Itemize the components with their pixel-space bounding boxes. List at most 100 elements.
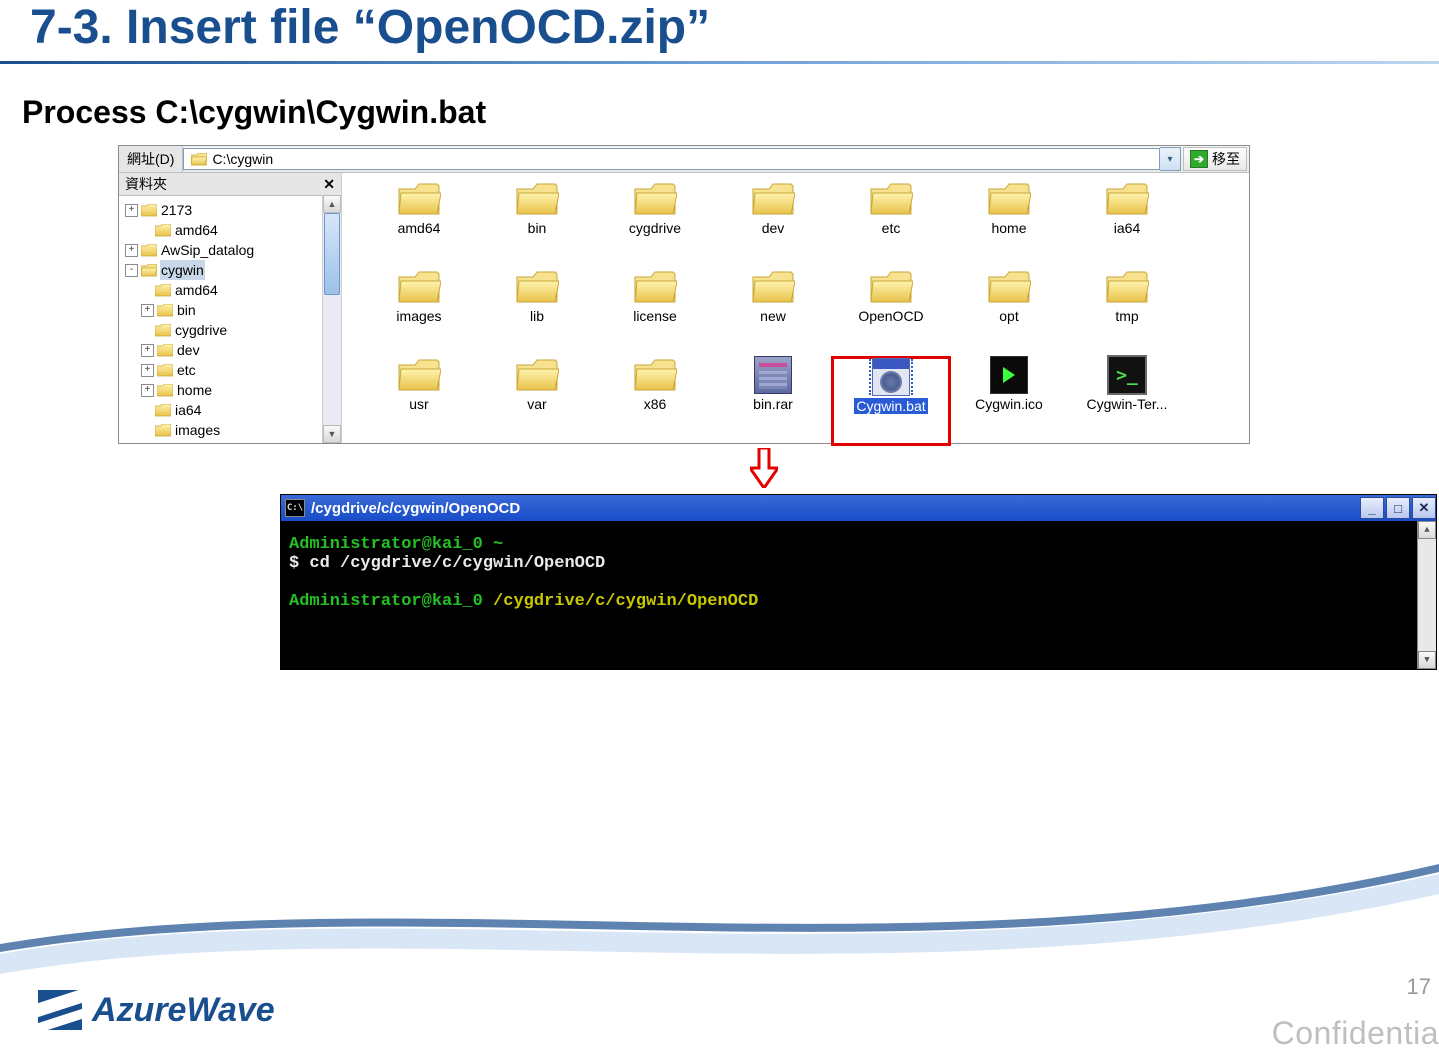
file-item[interactable]: var (478, 357, 596, 445)
close-icon[interactable]: ✕ (323, 176, 335, 193)
file-item-label: x86 (644, 396, 667, 412)
minimize-button[interactable]: _ (1360, 497, 1384, 519)
file-item[interactable]: dev (714, 181, 832, 269)
file-item[interactable]: home (950, 181, 1068, 269)
address-bar: 網址(D) C:\cygwin ▾ ➔ 移至 (119, 146, 1249, 173)
address-input[interactable]: C:\cygwin (183, 148, 1160, 170)
terminal-body[interactable]: Administrator@kai_0 ~$ cd /cygdrive/c/cy… (281, 521, 1436, 669)
tree-item-label: 2173 (160, 200, 193, 220)
folder-icon (157, 384, 173, 397)
file-item-label: ia64 (1114, 220, 1140, 236)
file-item-label: bin.rar (753, 396, 793, 412)
maximize-button[interactable]: □ (1386, 497, 1410, 519)
expand-icon[interactable]: + (141, 304, 154, 317)
file-item[interactable]: x86 (596, 357, 714, 445)
tree-item[interactable]: +2173 (125, 200, 341, 220)
tree-header: 資料夾 ✕ (119, 173, 341, 196)
file-item[interactable]: usr (360, 357, 478, 445)
file-item-label: images (396, 308, 441, 324)
scroll-down-icon[interactable]: ▼ (323, 425, 341, 443)
tree-item[interactable]: ia64 (125, 400, 341, 420)
tree-item[interactable]: amd64 (125, 280, 341, 300)
expand-icon[interactable]: + (141, 364, 154, 377)
file-icon-view[interactable]: amd64bincygdrivedevetchome ia64 images libl… (342, 173, 1249, 443)
folder-icon (190, 152, 208, 166)
file-item[interactable]: bin.rar (714, 357, 832, 445)
expand-icon[interactable]: + (125, 244, 138, 257)
folder-icon (155, 224, 171, 237)
file-item[interactable]: amd64 (360, 181, 478, 269)
tree-item[interactable]: amd64 (125, 220, 341, 240)
go-label: 移至 (1212, 149, 1240, 169)
file-item[interactable]: license (596, 269, 714, 357)
tree-item[interactable]: +AwSip_datalog (125, 240, 341, 260)
file-item[interactable]: >_Cygwin-Ter... (1068, 357, 1186, 445)
scroll-up-icon[interactable]: ▲ (323, 195, 341, 213)
tree-item-label: ia64 (174, 400, 202, 420)
icon-file-icon (987, 357, 1031, 393)
brand-logo: AzureWave (38, 990, 275, 1030)
expand-icon[interactable]: + (141, 344, 154, 357)
file-item-label: Cygwin.bat (854, 398, 927, 414)
file-item[interactable]: images (360, 269, 478, 357)
go-button[interactable]: ➔ 移至 (1183, 147, 1247, 171)
file-item[interactable]: Cygwin.ico (950, 357, 1068, 445)
close-button[interactable]: ✕ (1412, 497, 1436, 519)
tree-header-label: 資料夾 (125, 174, 167, 194)
terminal-shortcut-icon: >_ (1105, 357, 1149, 393)
brand-logo-text: AzureWave (92, 991, 275, 1030)
folder-icon (397, 181, 441, 217)
file-item-label: new (760, 308, 786, 324)
folder-icon (515, 357, 559, 393)
folder-icon (869, 181, 913, 217)
explorer-window: 網址(D) C:\cygwin ▾ ➔ 移至 資料夾 ✕ +2173amd64+… (118, 145, 1250, 444)
folder-tree-pane: 資料夾 ✕ +2173amd64+AwSip_datalog-cygwinamd… (119, 173, 342, 443)
file-item[interactable]: OpenOCD (832, 269, 950, 357)
file-item[interactable]: lib (478, 269, 596, 357)
tree-item[interactable]: +dev (125, 340, 341, 360)
tree-scrollbar[interactable]: ▲ ▼ (322, 195, 341, 443)
tree-item-label: amd64 (174, 220, 219, 240)
tree-item[interactable]: + home (125, 380, 341, 400)
terminal-scrollbar[interactable]: ▲ ▼ (1417, 521, 1436, 669)
expand-icon[interactable]: + (141, 384, 154, 397)
tree-spacer (141, 325, 152, 336)
folder-icon (155, 324, 171, 337)
expand-icon[interactable]: + (125, 204, 138, 217)
folder-icon (633, 181, 677, 217)
tree-item[interactable]: -cygwin (125, 260, 341, 280)
tree-item-label: home (176, 380, 213, 400)
terminal-line (289, 573, 1432, 592)
scroll-up-icon[interactable]: ▲ (1418, 521, 1436, 539)
collapse-icon[interactable]: - (125, 264, 138, 277)
scroll-thumb[interactable] (324, 213, 340, 295)
cmd-icon: C:\ (285, 499, 305, 517)
file-item[interactable]: Cygwin.bat (832, 357, 950, 445)
tree-item[interactable]: cygdrive (125, 320, 341, 340)
folder-icon (141, 244, 157, 257)
folder-icon (869, 269, 913, 305)
folder-tree[interactable]: +2173amd64+AwSip_datalog-cygwinamd64+bin… (119, 196, 341, 440)
scroll-down-icon[interactable]: ▼ (1418, 651, 1436, 669)
confidential-watermark: Confidentia (1272, 1015, 1439, 1052)
file-item[interactable]: cygdrive (596, 181, 714, 269)
file-item[interactable]: ia64 (1068, 181, 1186, 269)
scroll-track[interactable] (1418, 539, 1436, 651)
tree-item[interactable]: + bin (125, 300, 341, 320)
tree-item[interactable]: images (125, 420, 341, 440)
file-item[interactable]: bin (478, 181, 596, 269)
folder-icon (751, 181, 795, 217)
folder-icon (987, 181, 1031, 217)
file-item[interactable]: tmp (1068, 269, 1186, 357)
address-dropdown[interactable]: ▾ (1160, 147, 1181, 171)
decorative-swoosh (0, 844, 1439, 984)
file-item[interactable]: opt (950, 269, 1068, 357)
tree-item[interactable]: +etc (125, 360, 341, 380)
file-item-label: tmp (1115, 308, 1138, 324)
file-item[interactable]: new (714, 269, 832, 357)
file-item[interactable]: etc (832, 181, 950, 269)
tree-item-label: bin (176, 300, 197, 320)
tree-spacer (141, 405, 152, 416)
address-label: 網址(D) (119, 146, 183, 172)
scroll-track[interactable] (323, 213, 341, 425)
